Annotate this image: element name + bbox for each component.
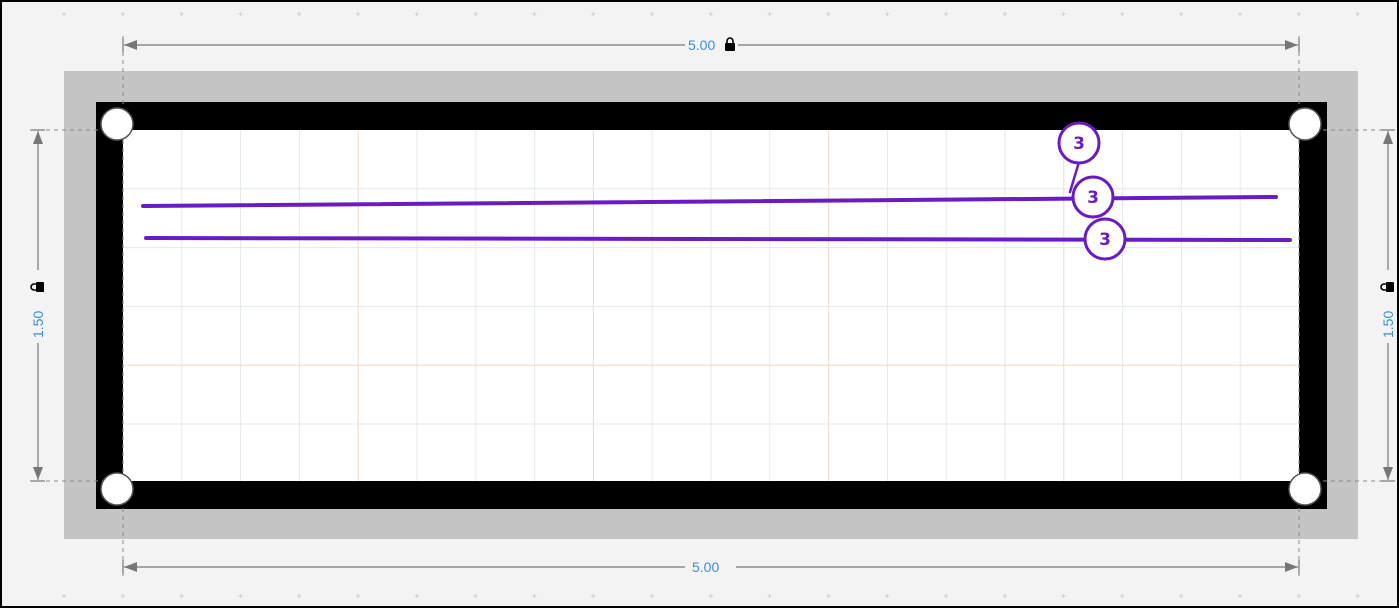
- corner-handle-bottom-right[interactable]: [1288, 472, 1322, 506]
- dimension-right-label[interactable]: 1.50: [1380, 311, 1396, 338]
- dimension-bottom-label[interactable]: 5.00: [692, 559, 719, 575]
- corner-handle-top-right[interactable]: [1288, 107, 1322, 141]
- dimension-left-label[interactable]: 1.50: [30, 311, 46, 338]
- annotation-badge-label: 3: [1087, 188, 1099, 208]
- corner-handle-bottom-left[interactable]: [100, 472, 134, 506]
- annotation-badge-label: 3: [1099, 230, 1111, 250]
- dimension-top-label[interactable]: 5.00: [688, 37, 715, 53]
- corner-handle-top-left[interactable]: [100, 107, 134, 141]
- annotation-badge-label: 3: [1073, 134, 1085, 154]
- board-grid: [123, 130, 1299, 481]
- annotation-badge[interactable]: 3: [1071, 175, 1115, 219]
- design-canvas[interactable]: 5.00 5.00 1.50 1.50 3 3 3: [0, 0, 1399, 608]
- annotation-badge[interactable]: 3: [1057, 121, 1101, 165]
- annotation-badge[interactable]: 3: [1083, 217, 1127, 261]
